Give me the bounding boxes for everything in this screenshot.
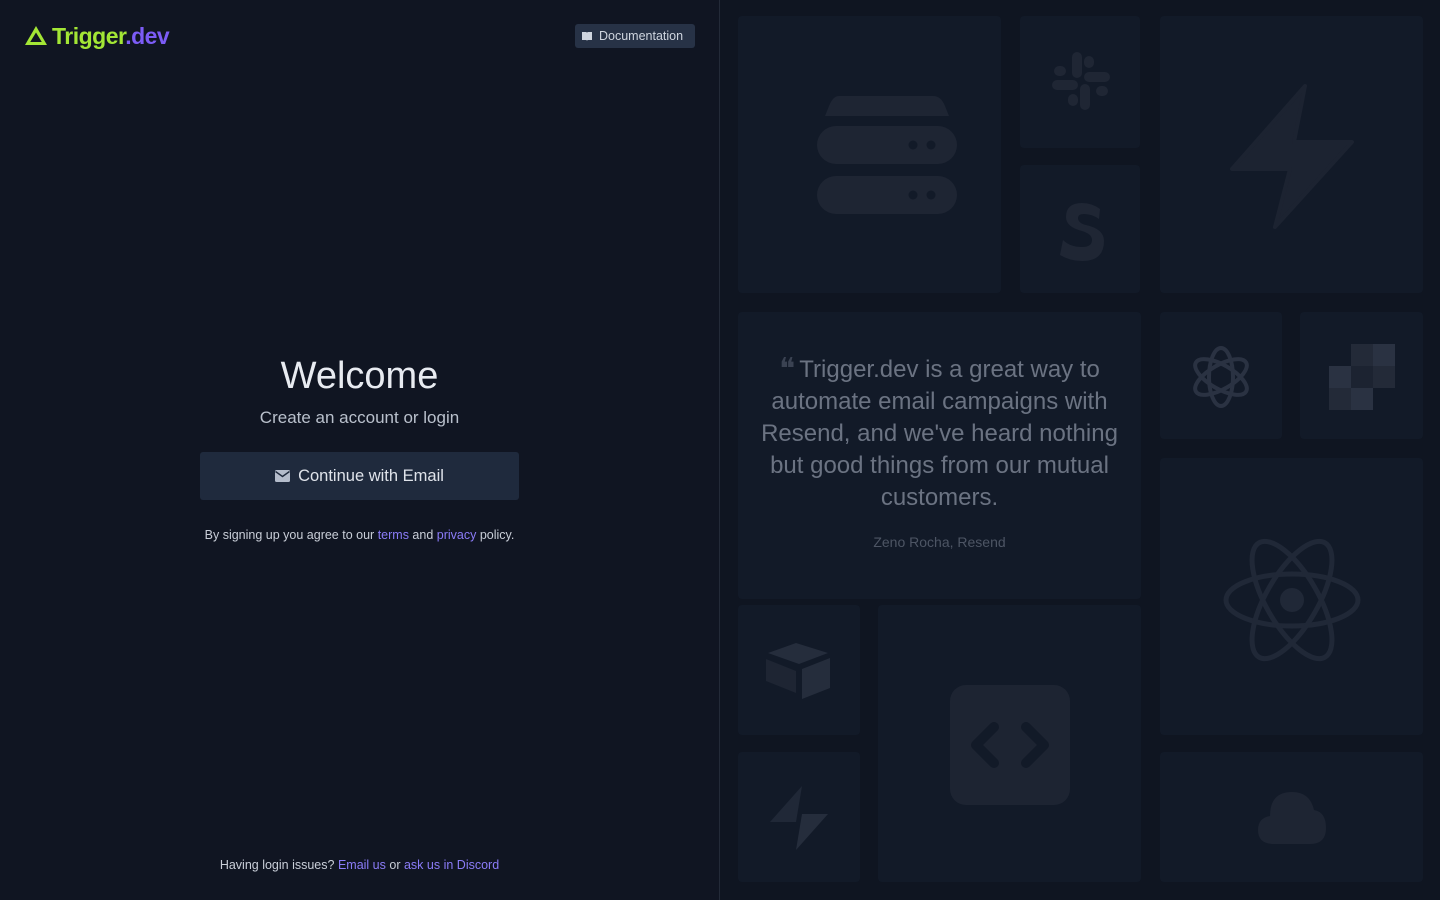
slack-icon [1052,52,1110,110]
lightning-tile [1160,16,1423,293]
react-tile [1160,458,1423,735]
cloud-tile [1160,752,1423,882]
auth-subtitle: Create an account or login [259,408,460,427]
terms-notice: By signing up you agree to our terms and… [200,528,519,542]
slack-tile [1020,16,1140,148]
cloud-icon [1258,792,1326,844]
logo-text: Trigger.dev [52,22,170,49]
supabase-tile [738,752,860,882]
continue-with-email-button[interactable]: Continue with Email [200,452,519,500]
integrations-showcase: ❝ Trigger.dev is a great way to automate … [720,0,1440,900]
testimonial-author: Zeno Rocha, Resend [873,534,1006,550]
trigger-logo-icon [25,26,47,45]
email-us-link[interactable]: Email us [338,858,386,872]
lightning-icon [1230,84,1354,229]
database-icon [817,96,957,214]
terms-and: and [412,528,434,542]
documentation-button[interactable]: Documentation [575,24,695,48]
footer-or: or [389,858,401,872]
pixel-logo-icon [1329,344,1395,410]
stripe-tile [1020,165,1140,293]
email-button-label: Continue with Email [298,466,444,485]
discord-link[interactable]: ask us in Discord [404,858,499,872]
trigger-dev-logo[interactable]: Trigger.dev [24,22,170,50]
pixel-logo-tile [1300,312,1423,439]
login-help-footer: Having login issues? Email us or ask us … [0,858,719,872]
stripe-icon [1060,203,1104,261]
code-icon [950,685,1070,805]
airtable-tile [738,605,860,735]
envelope-icon [275,470,291,482]
welcome-heading: Welcome [280,355,439,397]
quote-mark-icon: ❝ [779,352,796,387]
testimonial-card: ❝ Trigger.dev is a great way to automate … [738,312,1141,599]
footer-prefix: Having login issues? [219,858,335,872]
terms-link[interactable]: terms [378,528,409,542]
testimonial-quote-text: Trigger.dev is a great way to automate e… [761,356,1118,511]
code-tile [878,605,1141,882]
terms-suffix: policy. [479,528,515,542]
database-tile [738,16,1001,293]
react-icon [1223,538,1361,662]
testimonial-quote: ❝ Trigger.dev is a great way to automate … [752,354,1127,514]
privacy-link[interactable]: privacy [437,528,477,542]
openai-tile [1160,312,1282,439]
documentation-label: Documentation [599,29,684,43]
auth-panel: Trigger.dev Documentation Welcome Create… [0,0,719,900]
book-open-icon [582,32,592,41]
openai-icon [1193,346,1249,408]
auth-form: Welcome Create an account or login Conti… [200,350,519,542]
terms-prefix: By signing up you agree to our [204,528,375,542]
airtable-icon [766,643,830,699]
supabase-icon [770,786,828,850]
